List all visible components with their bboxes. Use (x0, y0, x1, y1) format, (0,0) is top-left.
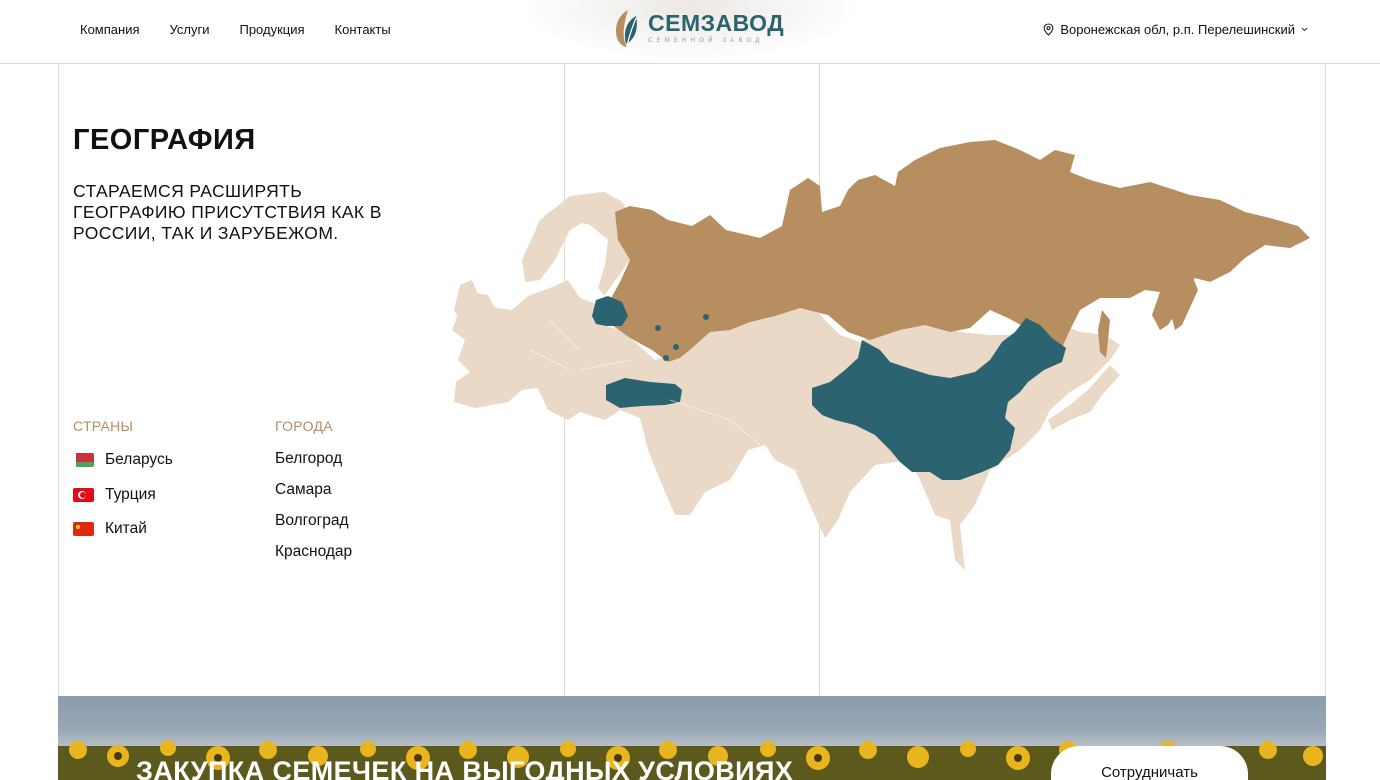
leaf-logo-icon (616, 10, 637, 47)
country-label: Беларусь (105, 451, 173, 468)
city-item[interactable]: Краснодар (275, 543, 352, 561)
sunflower-banner: ЗАКУПКА СЕМЕЧЕК НА ВЫГОДНЫХ УСЛОВИЯХ Сот… (58, 696, 1326, 780)
region-label: Воронежская обл, р.п. Перелешинский (1060, 22, 1295, 37)
city-marker (703, 314, 709, 320)
geography-map (452, 140, 1310, 570)
countries-heading: СТРАНЫ (73, 418, 134, 434)
city-item[interactable]: Белгород (275, 450, 342, 468)
country-item-belarus[interactable]: Беларусь (73, 451, 173, 469)
logo-text: СЕМЗАВОД СЕМЕННОЙ ЗАВОД (648, 10, 785, 45)
nav-item-contacts[interactable]: Контакты (335, 22, 391, 37)
china-flag-icon (73, 522, 94, 536)
site-header: Компания Услуги Продукция Контакты СЕМЗА… (0, 0, 1380, 64)
banner-title: ЗАКУПКА СЕМЕЧЕК НА ВЫГОДНЫХ УСЛОВИЯХ (136, 756, 794, 780)
page-subtitle: СТАРАЕМСЯ РАСШИРЯТЬ ГЕОГРАФИЮ ПРИСУТСТВИ… (73, 181, 382, 243)
turkey-flag-icon (73, 488, 94, 502)
nav-item-products[interactable]: Продукция (239, 22, 304, 37)
page-title: ГЕОГРАФИЯ (73, 124, 256, 156)
region-selector[interactable]: Воронежская обл, р.п. Перелешинский (1043, 22, 1308, 37)
city-marker (663, 355, 669, 361)
nav-item-services[interactable]: Услуги (170, 22, 210, 37)
cooperate-button[interactable]: Сотрудничать (1051, 746, 1248, 780)
city-item[interactable]: Волгоград (275, 512, 349, 530)
city-marker (655, 325, 661, 331)
country-item-turkey[interactable]: Турция (73, 486, 156, 504)
chevron-down-icon (1301, 27, 1308, 32)
logo-name: СЕМЗАВОД (648, 10, 785, 36)
city-marker (673, 344, 679, 350)
country-label: Китай (105, 520, 147, 537)
country-label: Турция (105, 486, 156, 503)
location-pin-icon (1043, 23, 1054, 36)
nav-item-company[interactable]: Компания (80, 22, 140, 37)
cities-heading: ГОРОДА (275, 418, 333, 434)
logo-tagline: СЕМЕННОЙ ЗАВОД (648, 38, 764, 44)
belarus-flag-icon (73, 453, 94, 467)
city-item[interactable]: Самара (275, 481, 332, 499)
main-nav: Компания Услуги Продукция Контакты (80, 22, 391, 37)
logo[interactable]: СЕМЗАВОД СЕМЕННОЙ ЗАВОД (612, 8, 784, 48)
country-item-china[interactable]: Китай (73, 520, 147, 538)
